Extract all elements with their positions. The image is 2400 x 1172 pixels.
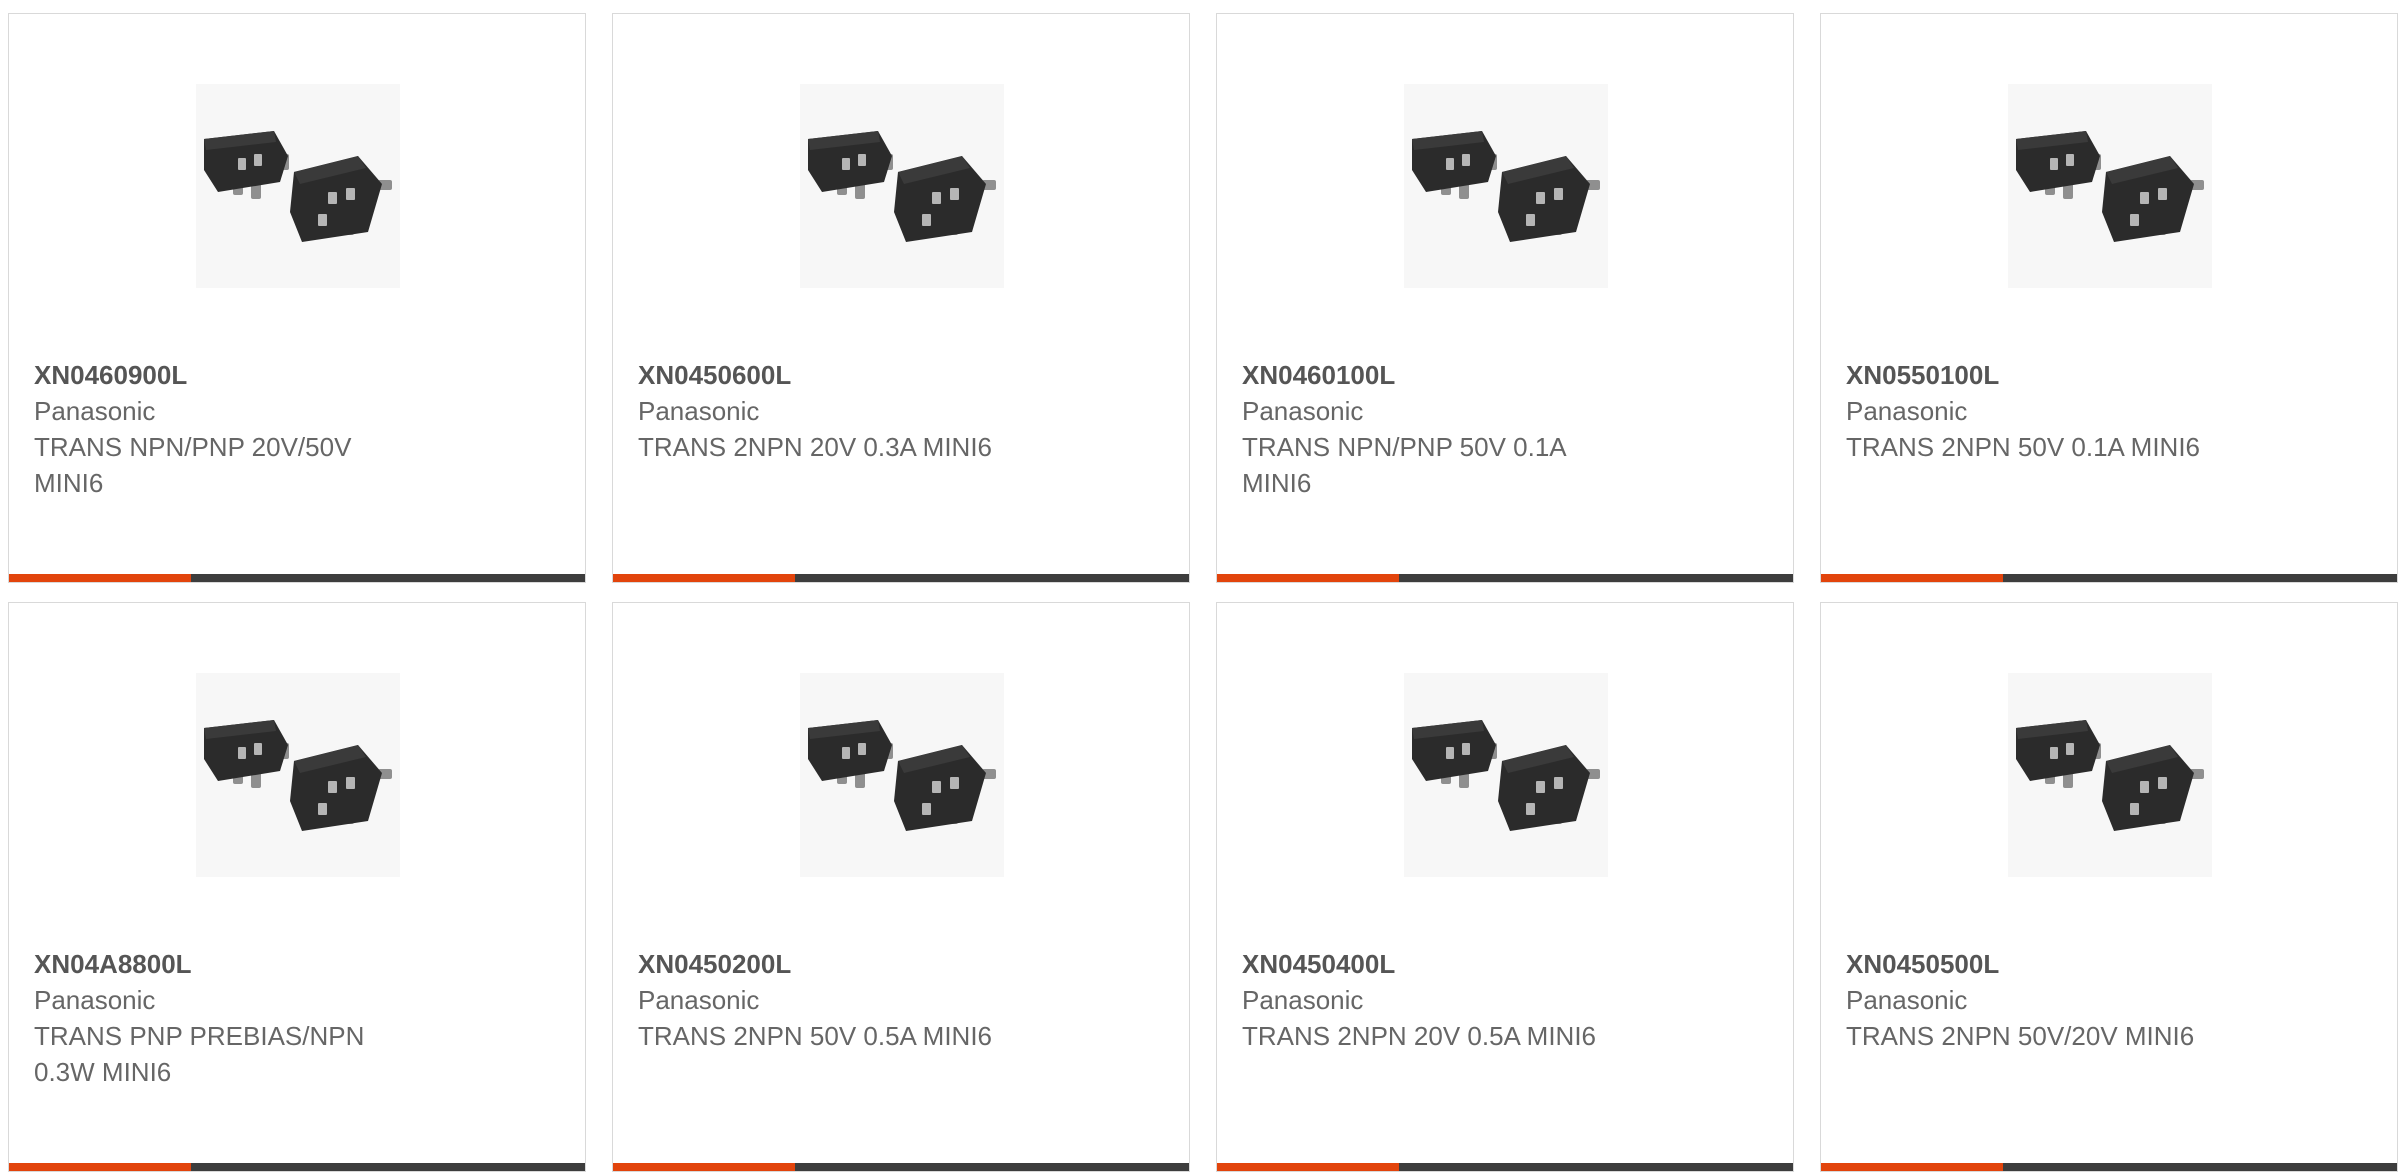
mini6-transistor-package-icon: [196, 84, 400, 288]
product-card[interactable]: XN0460100L Panasonic TRANS NPN/PNP 50V 0…: [1216, 13, 1794, 583]
mini6-transistor-package-icon: [196, 673, 400, 877]
manufacturer: Panasonic: [1242, 985, 1364, 1015]
description-line: TRANS 2NPN 20V 0.5A MINI6: [1242, 1021, 1597, 1051]
product-card[interactable]: XN0460900L Panasonic TRANS NPN/PNP 20V/5…: [8, 13, 586, 583]
product-info: XN0460100L Panasonic TRANS NPN/PNP 50V 0…: [1242, 357, 1642, 501]
card-bottom-bar: [1821, 1163, 2397, 1171]
mini6-transistor-package-icon: [2008, 673, 2212, 877]
part-number[interactable]: XN0550100L: [1846, 357, 2246, 393]
product-info: XN0450200L Panasonic TRANS 2NPN 50V 0.5A…: [638, 946, 1038, 1054]
part-number[interactable]: XN0460100L: [1242, 357, 1642, 393]
mini6-transistor-package-icon: [2008, 84, 2212, 288]
product-info: XN0450600L Panasonic TRANS 2NPN 20V 0.3A…: [638, 357, 1038, 465]
manufacturer: Panasonic: [1846, 985, 1968, 1015]
manufacturer: Panasonic: [638, 396, 760, 426]
product-info: XN0450400L Panasonic TRANS 2NPN 20V 0.5A…: [1242, 946, 1642, 1054]
description-line: TRANS PNP PREBIAS/NPN: [34, 1021, 365, 1051]
product-grid: XN0460900L Panasonic TRANS NPN/PNP 20V/5…: [0, 0, 2400, 1172]
card-accent-bar: [613, 1163, 795, 1171]
part-number[interactable]: XN0450600L: [638, 357, 1038, 393]
part-number[interactable]: XN04A8800L: [34, 946, 434, 982]
card-bottom-bar: [1217, 574, 1793, 582]
part-number[interactable]: XN0450200L: [638, 946, 1038, 982]
description-line: TRANS NPN/PNP 20V/50V: [34, 432, 352, 462]
product-image[interactable]: [196, 84, 400, 288]
product-image[interactable]: [2008, 84, 2212, 288]
card-accent-bar: [613, 574, 795, 582]
manufacturer: Panasonic: [34, 396, 156, 426]
product-info: XN0450500L Panasonic TRANS 2NPN 50V/20V …: [1846, 946, 2246, 1054]
card-accent-bar: [9, 1163, 191, 1171]
product-image[interactable]: [800, 673, 1004, 877]
description-line: TRANS NPN/PNP 50V 0.1A: [1242, 432, 1567, 462]
part-number[interactable]: XN0450500L: [1846, 946, 2246, 982]
product-card[interactable]: XN0450600L Panasonic TRANS 2NPN 20V 0.3A…: [612, 13, 1190, 583]
manufacturer: Panasonic: [34, 985, 156, 1015]
card-accent-bar: [1821, 1163, 2003, 1171]
product-image[interactable]: [1404, 673, 1608, 877]
description-line: MINI6: [34, 468, 104, 498]
product-card[interactable]: XN0450500L Panasonic TRANS 2NPN 50V/20V …: [1820, 602, 2398, 1172]
card-bottom-bar: [1217, 1163, 1793, 1171]
card-bottom-bar: [613, 1163, 1189, 1171]
card-bottom-bar: [9, 1163, 585, 1171]
product-card[interactable]: XN0550100L Panasonic TRANS 2NPN 50V 0.1A…: [1820, 13, 2398, 583]
card-accent-bar: [1217, 1163, 1399, 1171]
card-accent-bar: [1821, 574, 2003, 582]
product-info: XN04A8800L Panasonic TRANS PNP PREBIAS/N…: [34, 946, 434, 1090]
product-image[interactable]: [800, 84, 1004, 288]
product-info: XN0460900L Panasonic TRANS NPN/PNP 20V/5…: [34, 357, 434, 501]
mini6-transistor-package-icon: [800, 84, 1004, 288]
part-number[interactable]: XN0460900L: [34, 357, 434, 393]
description-line: MINI6: [1242, 468, 1312, 498]
mini6-transistor-package-icon: [1404, 673, 1608, 877]
description-line: TRANS 2NPN 50V/20V MINI6: [1846, 1021, 2195, 1051]
product-image[interactable]: [196, 673, 400, 877]
product-image[interactable]: [2008, 673, 2212, 877]
card-accent-bar: [9, 574, 191, 582]
manufacturer: Panasonic: [638, 985, 760, 1015]
product-card[interactable]: XN0450400L Panasonic TRANS 2NPN 20V 0.5A…: [1216, 602, 1794, 1172]
card-accent-bar: [1217, 574, 1399, 582]
description-line: 0.3W MINI6: [34, 1057, 172, 1087]
manufacturer: Panasonic: [1242, 396, 1364, 426]
part-number[interactable]: XN0450400L: [1242, 946, 1642, 982]
product-info: XN0550100L Panasonic TRANS 2NPN 50V 0.1A…: [1846, 357, 2246, 465]
manufacturer: Panasonic: [1846, 396, 1968, 426]
mini6-transistor-package-icon: [800, 673, 1004, 877]
card-bottom-bar: [613, 574, 1189, 582]
description-line: TRANS 2NPN 50V 0.1A MINI6: [1846, 432, 2201, 462]
product-card[interactable]: XN04A8800L Panasonic TRANS PNP PREBIAS/N…: [8, 602, 586, 1172]
description-line: TRANS 2NPN 50V 0.5A MINI6: [638, 1021, 993, 1051]
mini6-transistor-package-icon: [1404, 84, 1608, 288]
product-card[interactable]: XN0450200L Panasonic TRANS 2NPN 50V 0.5A…: [612, 602, 1190, 1172]
product-image[interactable]: [1404, 84, 1608, 288]
description-line: TRANS 2NPN 20V 0.3A MINI6: [638, 432, 993, 462]
card-bottom-bar: [9, 574, 585, 582]
card-bottom-bar: [1821, 574, 2397, 582]
